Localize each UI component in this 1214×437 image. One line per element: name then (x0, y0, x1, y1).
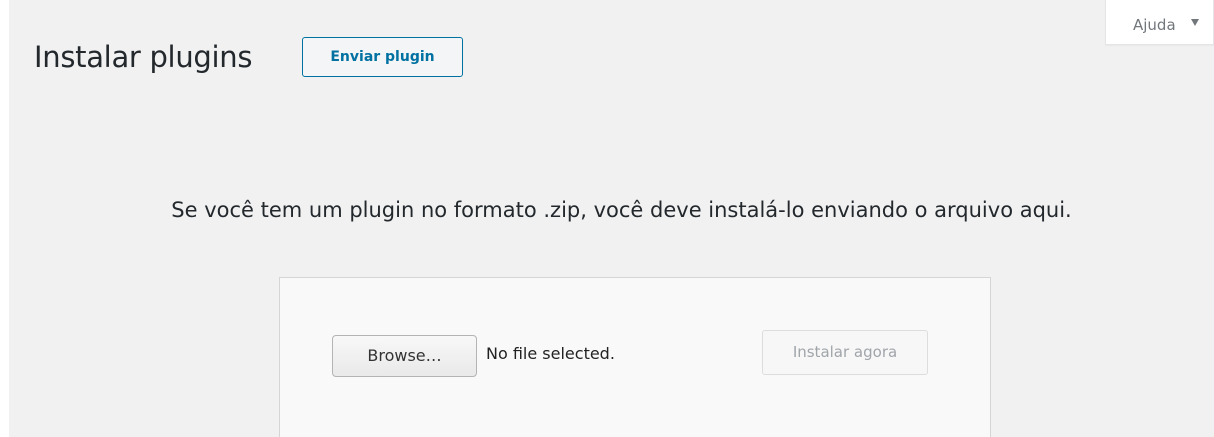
upload-form-box: Browse… No file selected. Instalar agora (279, 277, 991, 437)
upload-plugin-button[interactable]: Enviar plugin (302, 37, 463, 77)
browse-file-button[interactable]: Browse… (332, 335, 477, 377)
caret-down-icon (1191, 19, 1199, 26)
page-title: Instalar plugins (34, 40, 253, 74)
help-tab[interactable]: Ajuda (1105, 0, 1214, 45)
install-now-button[interactable]: Instalar agora (762, 330, 928, 375)
upload-instructions: Se você tem um plugin no formato .zip, v… (171, 198, 1072, 222)
help-tab-label: Ajuda (1133, 16, 1176, 34)
file-selection-status: No file selected. (486, 344, 615, 363)
admin-content-area: Ajuda Instalar plugins Enviar plugin Se … (9, 0, 1214, 437)
